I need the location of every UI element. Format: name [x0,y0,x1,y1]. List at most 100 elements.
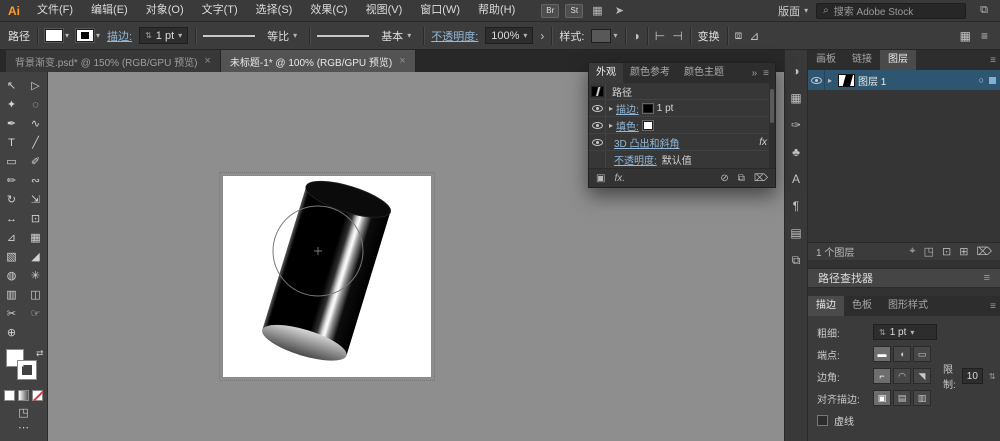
panel-menu-icon[interactable]: ≡ [986,301,1000,312]
panel-tab[interactable]: 颜色主题 [677,63,731,83]
round-cap-icon[interactable]: ◖ [893,346,911,362]
perspective-grid-tool[interactable]: ⊿ [0,228,24,247]
none-mode-button[interactable] [32,390,43,401]
disclosure-icon[interactable]: ▸ [825,76,835,85]
new-effect-icon[interactable]: fx. [614,173,625,184]
delete-item-icon[interactable]: ⌦ [754,173,768,184]
new-layer-icon[interactable]: ⊞ [959,245,968,258]
butt-cap-icon[interactable]: ▬ [873,346,891,362]
paintbrush-tool[interactable]: ✐ [24,152,48,171]
eyedropper-tool[interactable]: ◢ [24,247,48,266]
close-tab-icon[interactable]: × [204,55,210,67]
fill-color-dropdown[interactable]: ▾ [45,29,69,42]
swap-fill-stroke-icon[interactable]: ⇄ [36,348,44,359]
blend-tool[interactable]: ◍ [0,266,24,285]
gradient-tool[interactable]: ▧ [0,247,24,266]
color-guide-panel-icon[interactable]: ▦ [785,91,807,105]
chevrons-icon[interactable]: » [748,68,762,79]
menu-item[interactable]: 帮助(H) [469,0,524,21]
target-circle-icon[interactable]: ○ [979,75,984,85]
appearance-row-fill[interactable]: ▸ 填色: [589,117,775,134]
magic-wand-tool[interactable]: ✦ [0,95,24,114]
panel-tab[interactable]: 链接 [844,50,880,70]
share-icon[interactable]: ➤ [609,4,630,17]
graphic-style-dropdown[interactable]: ▾ [591,29,617,43]
appearance-row-opacity[interactable]: 不透明度: 默认值 [589,151,775,168]
tab-untitled-1[interactable]: 未标题-1* @ 100% (RGB/GPU 预览) × [221,50,416,72]
cylinder-artwork[interactable] [223,176,431,377]
brushes-panel-icon[interactable]: ✑ [785,118,807,132]
character-panel-icon[interactable]: A [785,172,807,186]
scale-tool[interactable]: ⇲ [24,190,48,209]
new-stroke-icon[interactable]: ▣ [596,173,605,184]
align-stroke-inside-icon[interactable]: ▤ [893,390,911,406]
close-tab-icon[interactable]: × [399,55,405,67]
shear-icon[interactable]: ⧈ [735,28,743,43]
round-join-icon[interactable]: ◠ [893,368,911,384]
stroke-color-dropdown[interactable]: ▾ [76,29,100,42]
menu-item[interactable]: 文件(F) [28,0,82,21]
menu-item[interactable]: 对象(O) [137,0,193,21]
width-profile-dropdown[interactable]: 等比 ▾ [262,27,302,44]
fill-item-link[interactable]: 填色: [616,118,639,133]
visibility-eye-icon[interactable] [592,122,603,129]
panel-tab[interactable]: 图层 [880,50,916,70]
panel-menu-icon[interactable]: ≡ [986,55,1000,66]
appearance-row-path[interactable]: 路径 [589,83,775,100]
brush-definition-dropdown[interactable]: 基本 ▾ [376,27,416,44]
gradient-mode-button[interactable] [18,390,29,401]
arrange-documents-icon[interactable]: ⧉ [974,4,994,17]
stepper-icon[interactable]: ⇅ [989,372,996,381]
panel-tab[interactable]: 画板 [808,50,844,70]
rotate-tool[interactable]: ↻ [0,190,24,209]
tab-bg-gradient-psd[interactable]: 背景渐变.psd* @ 150% (RGB/GPU 预览) × [6,50,221,72]
clear-appearance-icon[interactable]: ⊘ [720,173,728,184]
panel-tab[interactable]: 色板 [844,296,880,316]
stroke-color-box[interactable] [18,361,36,379]
zoom-tool[interactable]: ⊕ [0,323,24,342]
width-tool[interactable]: ↔ [0,209,24,228]
toolbox-more-icon[interactable]: ⋯ [18,421,29,434]
locate-object-icon[interactable]: ⌖ [909,245,915,258]
panel-menu-icon[interactable]: ≡ [984,272,990,284]
line-segment-tool[interactable]: ╱ [24,133,48,152]
menu-item[interactable]: 编辑(E) [82,0,137,21]
direct-selection-tool[interactable]: ▷ [24,76,48,95]
stock-badge[interactable]: St [565,4,583,18]
draw-mode-icon[interactable]: ◳ [18,406,28,419]
duplicate-item-icon[interactable]: ⧉ [738,173,745,184]
layer-name[interactable]: 图层 1 [858,73,886,88]
menu-item[interactable]: 效果(C) [301,0,356,21]
recolor-artwork-icon[interactable]: ◑ [633,29,640,43]
stroke-color-chip[interactable] [643,104,653,113]
panel-tab[interactable]: 描边 [808,296,844,316]
disclosure-icon[interactable]: ▸ [606,121,616,130]
gpu-preview-icon[interactable]: ▦ [586,4,608,17]
layer-row-selected[interactable]: ▸ 图层 1 ○ [808,70,1000,90]
panel-tab[interactable]: 图形样式 [880,296,936,316]
paragraph-panel-icon[interactable]: ¶ [785,199,807,213]
align-left-icon[interactable]: ⊢ [655,29,665,43]
bevel-join-icon[interactable]: ◥ [913,368,931,384]
rectangle-tool[interactable]: ▭ [0,152,24,171]
workspace-switcher[interactable]: 版面 ▾ [778,3,808,19]
stepper-icon[interactable]: ⇅ [879,328,886,337]
bridge-badge[interactable]: Br [541,4,559,18]
menu-item[interactable]: 视图(V) [357,0,412,21]
make-mask-icon[interactable]: ◳ [924,245,934,258]
miter-join-icon[interactable]: ⌐ [873,368,891,384]
panel-tab[interactable]: 颜色参考 [623,63,677,83]
document-setup-grid-icon[interactable]: ▦ [960,29,971,43]
miter-limit-input[interactable]: 10 [962,368,983,384]
pen-tool[interactable]: ✒ [0,114,24,133]
align-right-icon[interactable]: ⊣ [672,29,682,43]
color-mode-button[interactable] [4,390,15,401]
transparency-panel-icon[interactable]: ▤ [785,226,807,240]
effect-3d-link[interactable]: 3D 凸出和斜角 [614,135,680,150]
pathfinder-panel-header[interactable]: 路径查找器 ≡ [808,268,1000,288]
opacity-panel-link[interactable]: 不透明度: [431,28,478,44]
color-panel-icon[interactable]: ◑ [785,64,807,78]
type-tool[interactable]: T [0,133,24,152]
stock-search-input[interactable]: ⌕ 搜索 Adobe Stock [816,3,966,19]
appearance-row-stroke[interactable]: ▸ 描边: 1 pt [589,100,775,117]
